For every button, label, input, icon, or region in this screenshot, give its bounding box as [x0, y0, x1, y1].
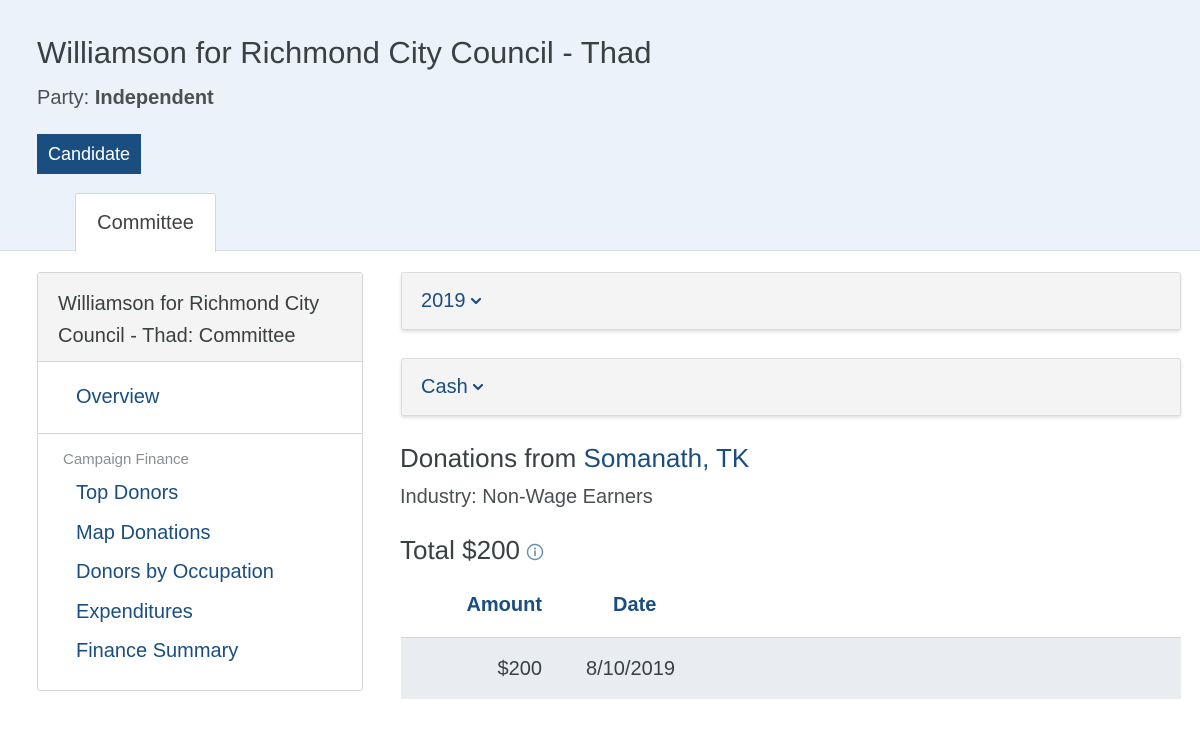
- year-select[interactable]: 2019: [401, 272, 1181, 330]
- chevron-down-icon: [470, 297, 481, 305]
- party-label: Party:: [37, 87, 90, 109]
- sidebar-item-top-donors[interactable]: Top Donors: [76, 474, 362, 514]
- donor-name-link[interactable]: Somanath, TK: [584, 443, 750, 473]
- candidate-button[interactable]: Candidate: [37, 134, 141, 174]
- info-icon[interactable]: [526, 543, 544, 561]
- sidebar-item-overview[interactable]: Overview: [38, 362, 362, 434]
- cell-date: 8/10/2019: [586, 658, 675, 680]
- type-select[interactable]: Cash: [401, 358, 1181, 416]
- sidebar-heading: Williamson for Richmond City Council - T…: [38, 273, 362, 362]
- total-value: Total $200: [400, 535, 520, 565]
- type-select-value: Cash: [421, 375, 468, 398]
- donations-heading: Donations from Somanath, TK: [400, 443, 749, 474]
- column-header-amount[interactable]: Amount: [466, 594, 542, 617]
- sidebar-item-expenditures[interactable]: Expenditures: [76, 593, 362, 633]
- donations-heading-prefix: Donations from: [400, 443, 577, 473]
- sidebar-list: Top Donors Map Donations Donors by Occup…: [38, 468, 362, 672]
- page-title: Williamson for Richmond City Council - T…: [37, 35, 652, 70]
- industry-line: Industry: Non-Wage Earners: [400, 486, 653, 508]
- sidebar: Williamson for Richmond City Council - T…: [37, 272, 363, 691]
- table-row: $200 8/10/2019: [401, 637, 1181, 699]
- column-header-date[interactable]: Date: [613, 594, 656, 617]
- party-value: Independent: [94, 87, 214, 109]
- tab-committee[interactable]: Committee: [75, 193, 216, 252]
- sidebar-item-finance-summary[interactable]: Finance Summary: [76, 632, 362, 672]
- sidebar-item-donors-by-occupation[interactable]: Donors by Occupation: [76, 553, 362, 593]
- total-line: Total $200: [400, 535, 544, 566]
- sidebar-category-label: Campaign Finance: [63, 451, 189, 468]
- cell-amount: $200: [497, 658, 543, 680]
- sidebar-item-map-donations[interactable]: Map Donations: [76, 514, 362, 554]
- party-line: Party: Independent: [37, 87, 214, 110]
- page-header: Williamson for Richmond City Council - T…: [0, 0, 1200, 252]
- year-select-value: 2019: [421, 289, 466, 312]
- chevron-down-icon: [472, 383, 483, 391]
